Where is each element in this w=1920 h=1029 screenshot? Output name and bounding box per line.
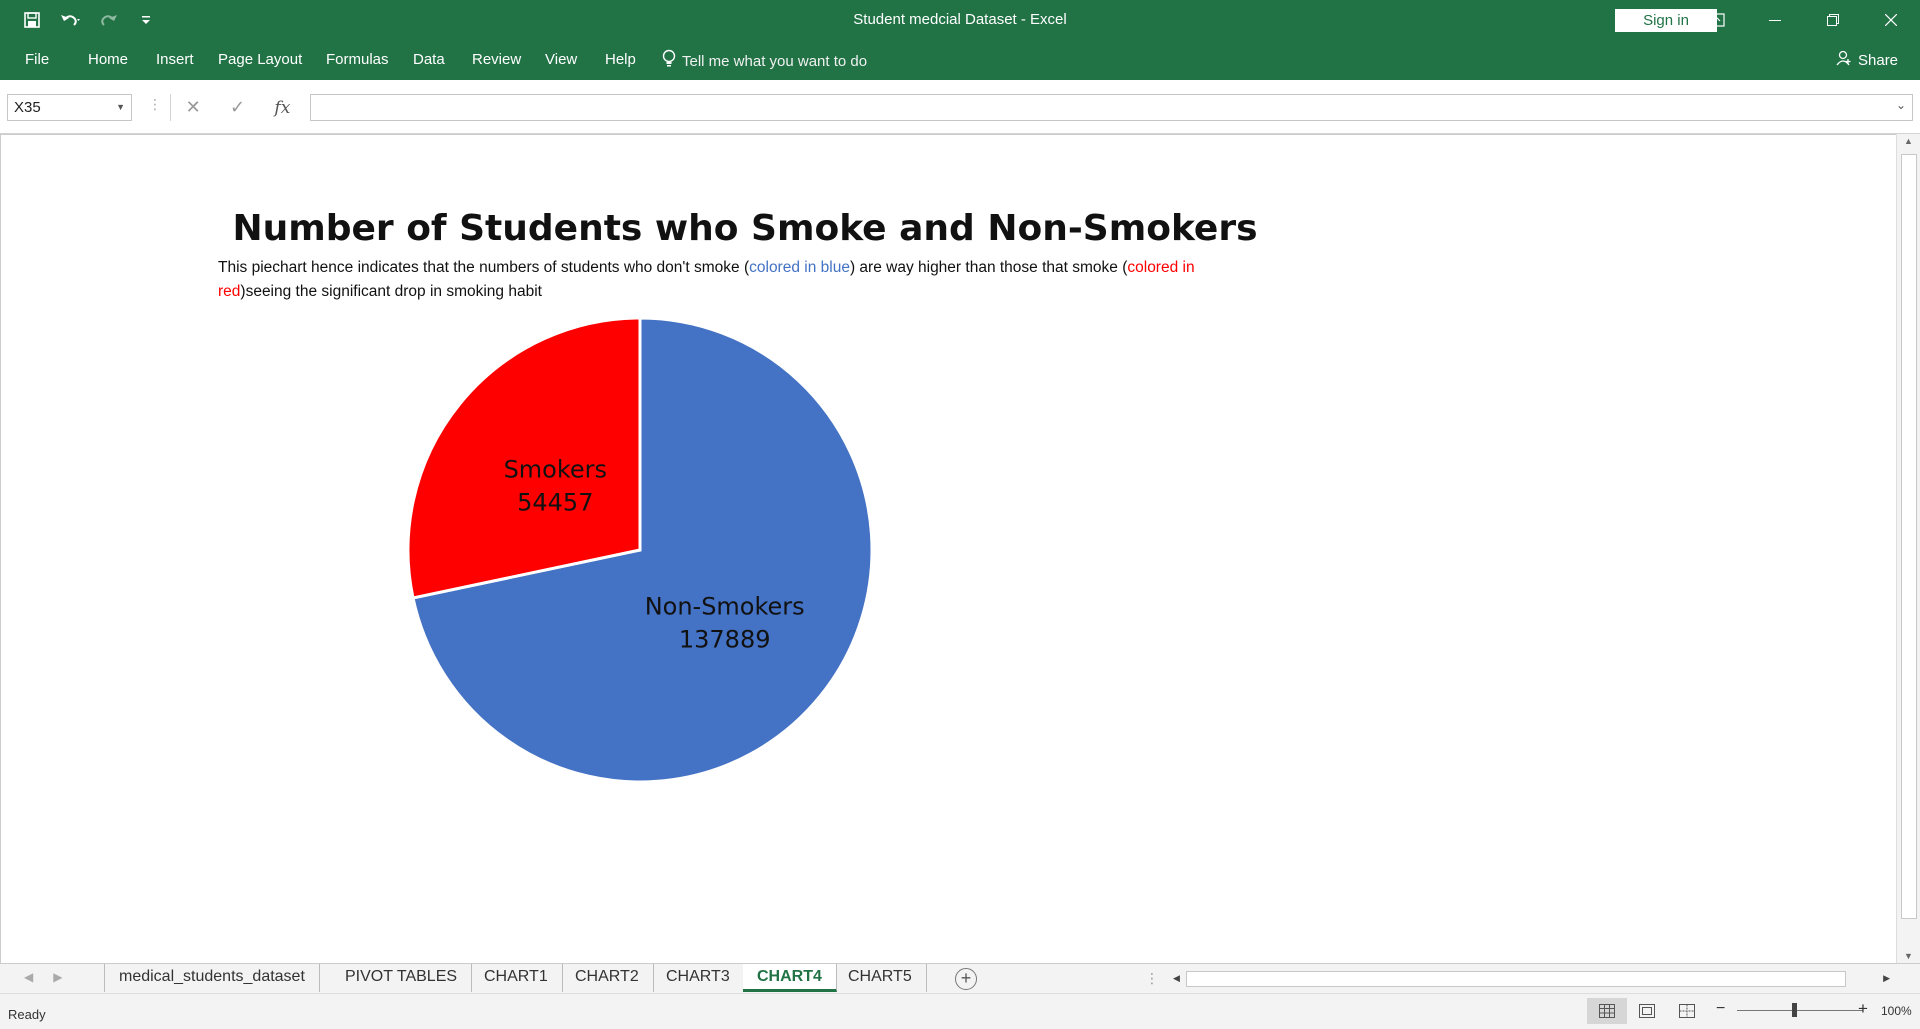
description-text-1: This piechart hence indicates that the n… [218, 259, 750, 276]
tab-formulas[interactable]: Formulas [326, 51, 389, 68]
share-button[interactable]: Share [1836, 50, 1898, 70]
zoom-slider[interactable]: − + 100% [1713, 999, 1912, 1020]
scroll-left-icon[interactable]: ◀ [24, 970, 33, 984]
formula-actions: ✕ ✓ fx [170, 94, 305, 121]
tab-help[interactable]: Help [605, 51, 636, 68]
description-blue-text: colored in blue [749, 259, 850, 276]
insert-function-icon[interactable]: fx [274, 98, 290, 118]
horizontal-scroll-thumb[interactable] [1186, 971, 1846, 987]
scroll-up-icon[interactable]: ▲ [1904, 136, 1913, 146]
tell-me-search[interactable]: Tell me what you want to do [662, 49, 867, 73]
minimize-icon[interactable] [1746, 0, 1804, 40]
sheet-tab-pivot-tables[interactable]: PIVOT TABLES [331, 964, 473, 992]
scroll-right-icon[interactable]: ▶ [53, 970, 62, 984]
sheet-tabs-bar: ◀ ▶ medical_students_dataset PIVOT TABLE… [0, 963, 1920, 993]
hscroll-right-icon[interactable]: ▶ [1883, 973, 1890, 984]
description-text-3: )seeing the significant drop in smoking … [240, 283, 542, 300]
chevron-down-icon[interactable]: ▼ [116, 95, 125, 120]
data-label-category: Smokers [504, 455, 607, 483]
sheet-tab-chart2[interactable]: CHART2 [561, 964, 654, 992]
restore-icon[interactable] [1804, 0, 1862, 40]
splitter-icon[interactable]: ⋮ [1145, 970, 1159, 987]
formula-input[interactable]: ⌄ [310, 94, 1913, 121]
add-sheet-icon[interactable]: + [955, 968, 977, 990]
window-controls [1688, 0, 1920, 40]
zoom-knob[interactable] [1792, 1003, 1797, 1017]
sheet-tab-chart1[interactable]: CHART1 [470, 964, 563, 992]
chart-title: Number of Students who Smoke and Non-Smo… [232, 208, 1258, 249]
zoom-in-icon[interactable]: + [1858, 999, 1868, 1019]
sheet-tab-chart4[interactable]: CHART4 [743, 964, 837, 992]
tab-view[interactable]: View [545, 51, 577, 68]
page-break-view-icon[interactable] [1667, 998, 1707, 1024]
sheet-tab-chart3[interactable]: CHART3 [652, 964, 745, 992]
tab-page-layout[interactable]: Page Layout [218, 51, 302, 68]
ribbon-tabs: File Home Insert Page Layout Formulas Da… [0, 40, 1920, 80]
person-icon [1836, 50, 1852, 70]
tab-insert[interactable]: Insert [156, 51, 194, 68]
tab-review[interactable]: Review [472, 51, 521, 68]
vertical-scroll-thumb[interactable] [1901, 154, 1917, 919]
title-bar: Student medcial Dataset - Excel Sign in [0, 0, 1920, 40]
chart-description: This piechart hence indicates that the n… [218, 256, 1238, 304]
data-label-value: 137889 [679, 626, 771, 654]
sheet-nav: ◀ ▶ [24, 970, 62, 984]
tab-data[interactable]: Data [413, 51, 445, 68]
lightbulb-icon [662, 49, 676, 73]
expand-formula-icon[interactable]: ⌄ [1896, 98, 1906, 112]
close-icon[interactable] [1862, 0, 1920, 40]
name-box-value: X35 [14, 99, 41, 116]
hscroll-left-icon[interactable]: ◀ [1173, 973, 1180, 984]
ribbon-display-options-icon[interactable] [1688, 0, 1746, 40]
cancel-icon[interactable]: ✕ [186, 97, 201, 118]
enter-icon[interactable]: ✓ [230, 97, 245, 118]
name-box[interactable]: X35 ▼ [7, 94, 132, 121]
grip-icon: ⋮ [148, 96, 162, 112]
vertical-scrollbar[interactable]: ▲ ▼ [1896, 134, 1920, 963]
zoom-track[interactable] [1737, 1010, 1863, 1011]
sheet-tab-medical-students-dataset[interactable]: medical_students_dataset [104, 964, 320, 992]
zoom-out-icon[interactable]: − [1716, 1000, 1725, 1018]
horizontal-scrollbar[interactable]: ◀ ▶ [1168, 970, 1896, 988]
data-label-category: Non-Smokers [645, 593, 805, 621]
data-label-value: 54457 [517, 488, 593, 516]
status-text: Ready [8, 1007, 46, 1022]
status-bar: Ready − + 100% [0, 993, 1920, 1029]
tab-file[interactable]: File [25, 51, 49, 68]
zoom-level[interactable]: 100% [1881, 1004, 1912, 1018]
formula-bar: X35 ▼ ⋮ ✕ ✓ fx ⌄ [0, 80, 1920, 134]
share-label: Share [1858, 51, 1899, 69]
sheet-tab-chart5[interactable]: CHART5 [834, 964, 927, 992]
view-switcher [1587, 998, 1707, 1024]
tab-home[interactable]: Home [88, 51, 128, 68]
scroll-down-icon[interactable]: ▼ [1904, 951, 1913, 961]
pie-chart[interactable]: Non-Smokers 137889 Smokers 54457 [400, 310, 880, 790]
page-layout-view-icon[interactable] [1627, 998, 1667, 1024]
normal-view-icon[interactable] [1587, 998, 1627, 1024]
description-text-2: ) are way higher than those that smoke ( [849, 259, 1128, 276]
tell-me-label: Tell me what you want to do [682, 52, 868, 70]
